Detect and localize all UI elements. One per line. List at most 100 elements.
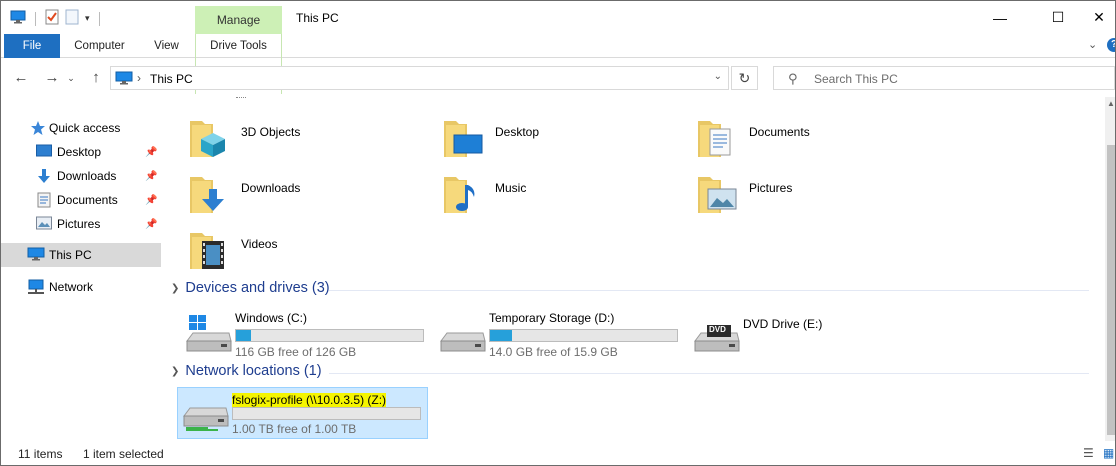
tiles-view-icon[interactable]: ▦ (1103, 446, 1114, 460)
folder-name: Videos (241, 237, 278, 251)
scrollbar-thumb[interactable] (1107, 145, 1115, 435)
drive-name: Windows (C:) (235, 311, 308, 325)
vertical-scrollbar[interactable]: ▲ (1105, 97, 1115, 441)
network-icon (27, 279, 44, 295)
sidebar-item-downloads[interactable]: Downloads 📌 (1, 164, 161, 188)
close-button[interactable]: ✕ (1081, 1, 1115, 34)
folder-tile[interactable]: Documents (695, 115, 935, 167)
tab-computer[interactable]: Computer (61, 34, 138, 58)
this-pc-icon (115, 71, 133, 88)
star-icon (30, 120, 46, 136)
window-title: This PC (296, 11, 339, 25)
pin-icon[interactable]: 📌 (145, 219, 157, 230)
new-folder-icon[interactable] (65, 9, 79, 28)
recent-locations-button[interactable]: ⌄ (64, 67, 78, 89)
drive-name: fslogix-profile (\\10.0.3.5) (Z:) (232, 393, 387, 407)
drive-free-space: 1.00 TB free of 1.00 TB (232, 422, 357, 436)
minimize-button[interactable]: — (977, 1, 1023, 34)
sidebar-item-label: Desktop (57, 145, 102, 159)
search-box[interactable]: ⚲ Search This PC (773, 66, 1115, 90)
folder-tile[interactable]: Downloads (187, 171, 427, 223)
search-input[interactable]: Search This PC (814, 72, 898, 86)
forward-arrow-icon: → (44, 69, 60, 86)
this-pc-icon[interactable] (10, 10, 26, 27)
3d-objects-folder-icon (187, 115, 235, 163)
sidebar-item-quick-access[interactable]: Quick access (1, 116, 161, 140)
sidebar-item-documents[interactable]: Documents 📌 (1, 188, 161, 212)
dvd-drive-icon (693, 313, 741, 358)
folder-tile[interactable]: Desktop (441, 115, 681, 167)
drive-name: DVD Drive (E:) (743, 317, 823, 331)
pin-icon[interactable]: 📌 (145, 147, 157, 158)
group-title: Devices and drives (3) (185, 280, 330, 296)
tab-view[interactable]: View (139, 34, 194, 58)
help-icon[interactable]: ? (1107, 38, 1115, 52)
videos-folder-icon (187, 227, 235, 275)
tab-file[interactable]: File (4, 34, 60, 58)
drive-name: Temporary Storage (D:) (489, 311, 615, 325)
pin-icon[interactable]: 📌 (145, 195, 157, 206)
scrolled-header-remnant (236, 97, 246, 101)
close-icon: ✕ (1093, 9, 1105, 25)
customize-toolbar-icon[interactable]: ▾ (85, 13, 90, 24)
pin-icon[interactable]: 📌 (145, 171, 157, 182)
drive-tile-e[interactable]: DVD DVD Drive (E:) (689, 303, 939, 363)
desktop-folder-icon (441, 115, 489, 163)
quick-access-toolbar: ▾ (10, 9, 103, 28)
folder-name: Downloads (241, 181, 301, 195)
refresh-icon: ↻ (738, 70, 751, 86)
scroll-up-icon[interactable]: ▲ (1107, 99, 1115, 108)
up-button[interactable]: ↑ (85, 67, 107, 89)
chevron-down-icon[interactable]: ❯ (171, 366, 179, 377)
maximize-button[interactable]: ☐ (1035, 1, 1081, 34)
breadcrumb-chevron-icon[interactable]: › (137, 71, 141, 85)
drive-tile-c[interactable]: Windows (C:) 116 GB free of 126 GB (181, 303, 431, 363)
back-arrow-icon: ← (13, 69, 29, 86)
group-title: Network locations (1) (185, 363, 322, 379)
toolbar-divider (35, 11, 36, 26)
folder-tile[interactable]: Music (441, 171, 681, 223)
sidebar-item-desktop[interactable]: Desktop 📌 (1, 140, 161, 164)
manage-context-tab[interactable]: Manage (195, 6, 282, 34)
dvd-label: DVD (709, 325, 726, 334)
up-arrow-icon: ↑ (92, 69, 100, 86)
address-bar[interactable]: › This PC ⌄ (110, 66, 729, 90)
network-drive-tile-z[interactable]: fslogix-profile (\\10.0.3.5) (Z:) 1.00 T… (177, 387, 428, 439)
folder-tile[interactable]: Pictures (695, 171, 935, 223)
pictures-icon (36, 216, 52, 232)
group-header-network[interactable]: ❯ Network locations (1) (171, 363, 1101, 379)
expand-ribbon-icon[interactable]: ⌄ (1088, 38, 1097, 51)
sidebar-item-pictures[interactable]: Pictures 📌 (1, 212, 161, 236)
back-button[interactable]: ← (10, 67, 32, 89)
this-pc-icon (27, 247, 45, 263)
desktop-icon (36, 144, 52, 160)
group-header-devices[interactable]: ❯ Devices and drives (3) (171, 280, 1101, 296)
chevron-down-icon[interactable]: ❯ (171, 283, 179, 294)
refresh-button[interactable]: ↻ (731, 66, 758, 90)
sidebar-item-label: Network (49, 280, 94, 294)
forward-button[interactable]: → (41, 67, 63, 89)
search-icon: ⚲ (788, 71, 798, 86)
sidebar-item-label: Downloads (57, 169, 117, 183)
sidebar-item-this-pc[interactable]: This PC (1, 243, 161, 267)
drive-tile-d[interactable]: Temporary Storage (D:) 14.0 GB free of 1… (435, 303, 685, 363)
download-arrow-icon (36, 168, 52, 184)
properties-icon[interactable] (45, 9, 59, 28)
toolbar-divider (98, 11, 100, 26)
selection-count: 1 item selected (83, 447, 164, 461)
folder-tile[interactable]: Videos (187, 227, 427, 279)
minimize-icon: — (993, 9, 1007, 26)
address-dropdown-icon[interactable]: ⌄ (714, 71, 722, 82)
address-row: ← → ⌄ ↑ › This PC ⌄ ↻ ⚲ Search This PC (1, 59, 1115, 97)
drive-usage-bar (232, 407, 421, 420)
hard-drive-icon (439, 313, 487, 358)
maximize-icon: ☐ (1051, 9, 1065, 25)
folder-name: Documents (749, 125, 810, 139)
folder-tile[interactable]: 3D Objects (187, 115, 427, 167)
file-view: 3D Objects Desktop Documents Downloads M… (161, 97, 1105, 441)
breadcrumb[interactable]: This PC (150, 72, 193, 86)
explorer-window: ▾ Manage This PC — ☐ ✕ File Computer Vie… (0, 0, 1116, 466)
drive-usage-fill (490, 330, 513, 341)
details-view-icon[interactable]: ☰ (1083, 446, 1094, 460)
sidebar-item-network[interactable]: Network (1, 275, 161, 299)
